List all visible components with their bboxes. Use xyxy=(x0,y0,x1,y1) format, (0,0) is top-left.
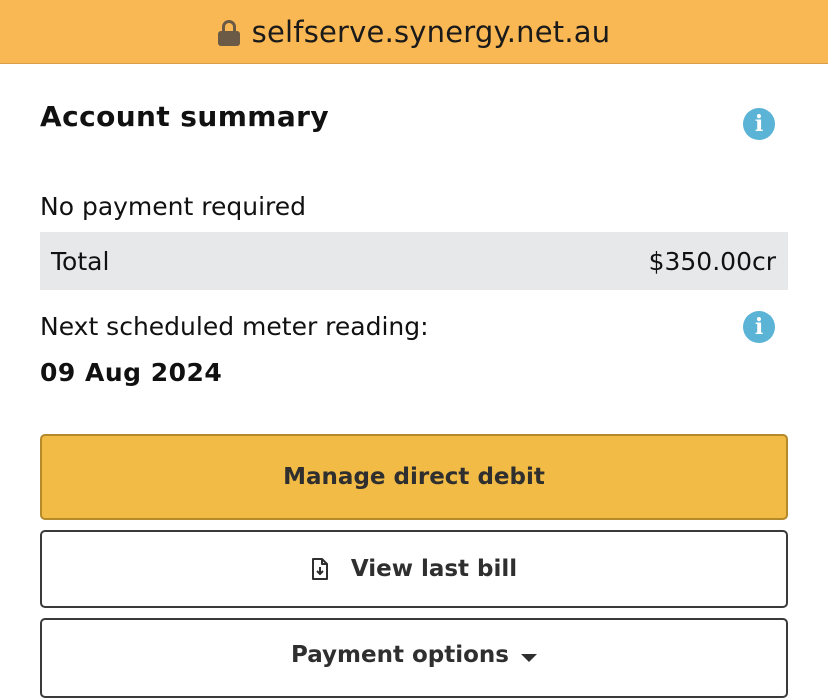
meter-info-icon[interactable]: i xyxy=(743,311,775,343)
meter-reading-date: 09 Aug 2024 xyxy=(40,358,223,387)
meter-reading-label: Next scheduled meter reading: xyxy=(40,312,429,341)
caret-down-icon xyxy=(521,654,537,662)
total-label: Total xyxy=(51,246,110,276)
payment-options-button[interactable]: Payment options xyxy=(40,618,788,698)
payment-status: No payment required xyxy=(40,192,307,221)
manage-direct-debit-label: Manage direct debit xyxy=(283,464,545,490)
lock-icon xyxy=(217,19,240,46)
payment-options-label: Payment options xyxy=(291,642,509,668)
watermark xyxy=(700,632,784,662)
url-text[interactable]: selfserve.synergy.net.au xyxy=(252,15,611,49)
view-last-bill-button[interactable]: View last bill xyxy=(40,530,788,608)
total-value: $350.00cr xyxy=(648,246,776,276)
info-icon[interactable]: i xyxy=(743,108,775,140)
download-document-icon xyxy=(311,558,328,580)
view-last-bill-label: View last bill xyxy=(350,556,518,582)
total-row: Total $350.00cr xyxy=(40,232,788,290)
address-bar[interactable]: selfserve.synergy.net.au xyxy=(0,0,828,64)
account-summary-card: Account summary i No payment required To… xyxy=(0,64,828,698)
page-title: Account summary xyxy=(40,100,330,133)
manage-direct-debit-button[interactable]: Manage direct debit xyxy=(40,434,788,520)
